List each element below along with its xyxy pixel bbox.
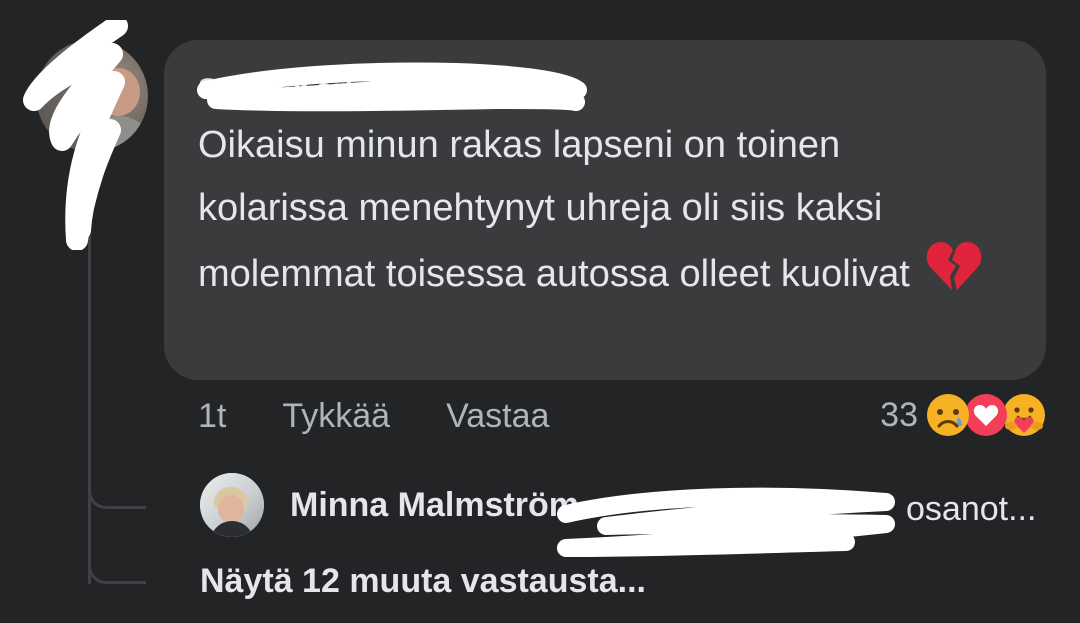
reply-author-name[interactable]: Minna Malmström bbox=[290, 486, 579, 525]
comment-text: Oikaisu minun rakas lapseni on toinen ko… bbox=[198, 124, 910, 296]
sad-face-icon bbox=[926, 393, 970, 437]
show-more-replies-button[interactable]: Näytä 12 muuta vastausta... bbox=[200, 562, 646, 601]
like-button[interactable]: Tykkää bbox=[282, 397, 390, 436]
care-hug-icon bbox=[1002, 393, 1046, 437]
thread-connector-line bbox=[88, 200, 91, 584]
comment-body: Oikaisu minun rakas lapseni on toinen ko… bbox=[198, 114, 988, 312]
avatar[interactable] bbox=[36, 40, 148, 152]
thread-connector-branch bbox=[88, 487, 146, 509]
comment-author-name[interactable]: Sylvia Korhonen bbox=[198, 70, 1010, 110]
reply-preview-text[interactable]: osanot... bbox=[906, 490, 1036, 529]
redaction-scribble bbox=[557, 487, 895, 557]
heart-icon bbox=[964, 393, 1008, 437]
reply-button[interactable]: Vastaa bbox=[446, 397, 549, 436]
broken-heart-icon bbox=[926, 240, 982, 312]
comment-bubble: Sylvia Korhonen Oikaisu minun rakas laps… bbox=[164, 40, 1046, 380]
reply-preview-row[interactable]: Minna Malmström bbox=[200, 470, 579, 540]
reaction-summary[interactable]: 33 bbox=[880, 390, 1046, 440]
timestamp[interactable]: 1t bbox=[198, 397, 226, 436]
avatar[interactable] bbox=[200, 473, 264, 537]
reaction-count: 33 bbox=[880, 395, 918, 434]
comment-actions: 1t Tykkää Vastaa bbox=[198, 392, 549, 440]
comment-thread: Sylvia Korhonen Oikaisu minun rakas laps… bbox=[0, 0, 1080, 623]
thread-connector-branch bbox=[88, 562, 146, 584]
